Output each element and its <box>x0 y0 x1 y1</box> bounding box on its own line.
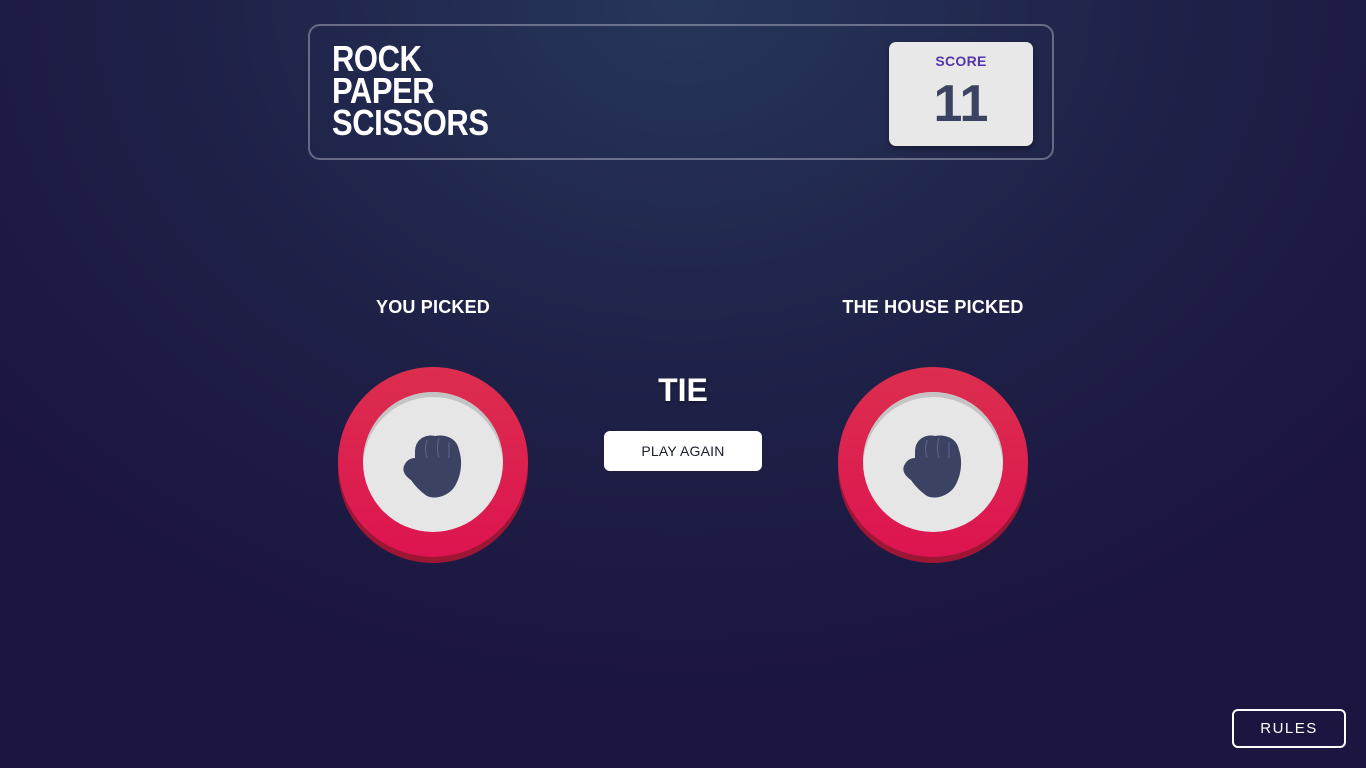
you-picked-token <box>338 367 528 557</box>
game-header: ROCK PAPER SCISSORS SCORE 11 <box>308 24 1054 160</box>
score-box: SCORE 11 <box>889 42 1033 146</box>
score-label: SCORE <box>935 53 987 69</box>
play-again-button[interactable]: PLAY AGAIN <box>604 431 762 471</box>
score-value: 11 <box>933 75 989 133</box>
you-picked-label: YOU PICKED <box>375 297 491 317</box>
house-picked-label: THE HOUSE PICKED <box>842 297 1024 317</box>
result-text: TIE <box>658 372 708 408</box>
house-picked-token <box>838 367 1028 557</box>
rules-button[interactable]: RULES <box>1232 709 1346 748</box>
title-line-scissors: SCISSORS <box>332 102 489 143</box>
game-title: ROCK PAPER SCISSORS <box>332 41 489 143</box>
house-picked-token-face <box>863 392 1003 532</box>
you-picked-token-face <box>363 392 503 532</box>
rock-fist-icon <box>903 435 962 498</box>
rock-fist-icon <box>403 435 462 498</box>
